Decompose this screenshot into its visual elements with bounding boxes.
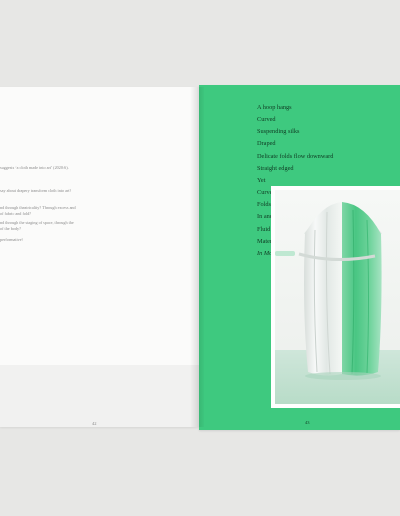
open-book: suggests ‘a cloth made into art’ (2020:6… bbox=[0, 85, 400, 430]
left-text-line: performative? bbox=[0, 237, 24, 242]
poem-line: Draped bbox=[257, 140, 276, 148]
poem-line: Curved bbox=[257, 116, 276, 124]
left-page-lower-band bbox=[0, 365, 199, 427]
left-text-line: say about drapery transform cloth into a… bbox=[0, 188, 72, 193]
poem-line: A hoop hangs bbox=[257, 104, 292, 111]
poem-line: Suspending silks bbox=[257, 128, 300, 136]
right-page-number: 43 bbox=[305, 420, 310, 425]
left-text-line: of the body? bbox=[0, 226, 21, 231]
left-text-line: nd through the staging of space, through… bbox=[0, 220, 74, 225]
left-page: suggests ‘a cloth made into art’ (2020:6… bbox=[0, 87, 199, 427]
white-drape bbox=[304, 202, 342, 376]
right-page: A hoop hangs Curved Suspending silks Dra… bbox=[199, 85, 400, 430]
poem-line: Delicate folds flow downward bbox=[257, 152, 334, 160]
photo-frame bbox=[271, 186, 400, 408]
sculpture-illustration bbox=[275, 190, 400, 404]
left-text-line: nd through theatricality? Through excess… bbox=[0, 205, 76, 210]
green-drape bbox=[342, 202, 382, 376]
draped-silk-sculpture-image bbox=[275, 190, 400, 404]
wall-detail bbox=[275, 251, 295, 256]
poem-line: Straight edged bbox=[257, 164, 294, 172]
left-page-number: 42 bbox=[92, 421, 97, 426]
floor-shadow bbox=[305, 372, 381, 380]
left-text-line: suggests ‘a cloth made into art’ (2020:6… bbox=[0, 165, 69, 170]
left-text-line: of fabric and fold? bbox=[0, 211, 32, 216]
